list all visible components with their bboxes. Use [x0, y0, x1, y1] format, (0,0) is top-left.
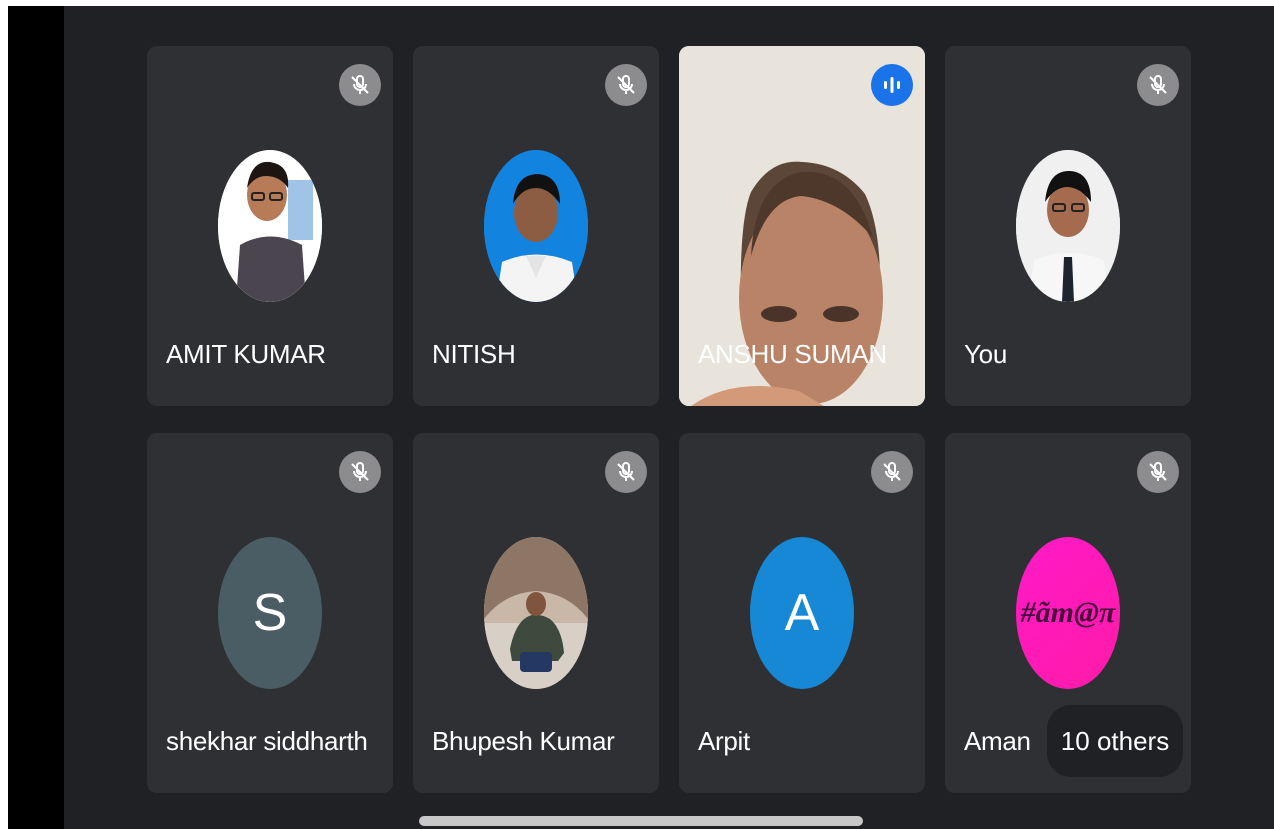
participant-name: You: [964, 339, 1007, 369]
participant-name: Aman: [964, 726, 1031, 756]
participant-name: Bhupesh Kumar: [432, 726, 615, 756]
participant-name: AMIT KUMAR: [166, 339, 326, 369]
participant-avatar-initial: S: [218, 537, 322, 689]
left-bezel: [8, 6, 64, 829]
mic-off-icon: [339, 64, 381, 106]
top-edge: [0, 0, 1274, 6]
others-label: 10 others: [1060, 725, 1170, 756]
participant-avatar-photo: [1016, 150, 1120, 302]
participant-name: NITISH: [432, 339, 516, 369]
home-indicator: [419, 816, 863, 826]
participant-tile-amit-kumar[interactable]: AMIT KUMAR: [147, 46, 393, 406]
mic-off-icon: [1137, 64, 1179, 106]
mic-off-icon: [605, 64, 647, 106]
participant-name: shekhar siddharth: [166, 726, 368, 756]
left-edge: [0, 6, 8, 829]
participant-name: ANSHU SUMAN: [698, 339, 887, 369]
mic-off-icon: [339, 451, 381, 493]
others-participants-button[interactable]: 10 others: [1047, 705, 1183, 777]
mic-off-icon: [605, 451, 647, 493]
participant-name: Arpit: [698, 726, 750, 756]
participant-tile-you[interactable]: You: [945, 46, 1191, 406]
participant-avatar-initial: A: [750, 537, 854, 689]
participant-tile-anshu-suman[interactable]: ANSHU SUMAN: [679, 46, 925, 406]
mic-off-icon: [871, 451, 913, 493]
participant-tile-shekhar-siddharth[interactable]: S shekhar siddharth: [147, 433, 393, 793]
avatar-initial: A: [784, 584, 820, 642]
avatar-text: #ãm@π: [1020, 596, 1116, 629]
mic-off-icon: [1137, 451, 1179, 493]
participant-avatar-text: #ãm@π: [1016, 537, 1120, 689]
participant-tile-nitish[interactable]: NITISH: [413, 46, 659, 406]
participant-tile-aman[interactable]: #ãm@π Aman 10 others: [945, 433, 1191, 793]
participant-avatar-photo: [484, 150, 588, 302]
speaking-indicator-icon: [871, 64, 913, 106]
participant-tile-bhupesh-kumar[interactable]: Bhupesh Kumar: [413, 433, 659, 793]
participant-avatar-photo: [484, 537, 588, 689]
participant-avatar-photo: [218, 150, 322, 302]
participant-tile-arpit[interactable]: A Arpit: [679, 433, 925, 793]
meeting-screen: AMIT KUMAR NITISH ANSHU SUMAN You S shek…: [0, 0, 1274, 829]
avatar-initial: S: [252, 584, 288, 642]
